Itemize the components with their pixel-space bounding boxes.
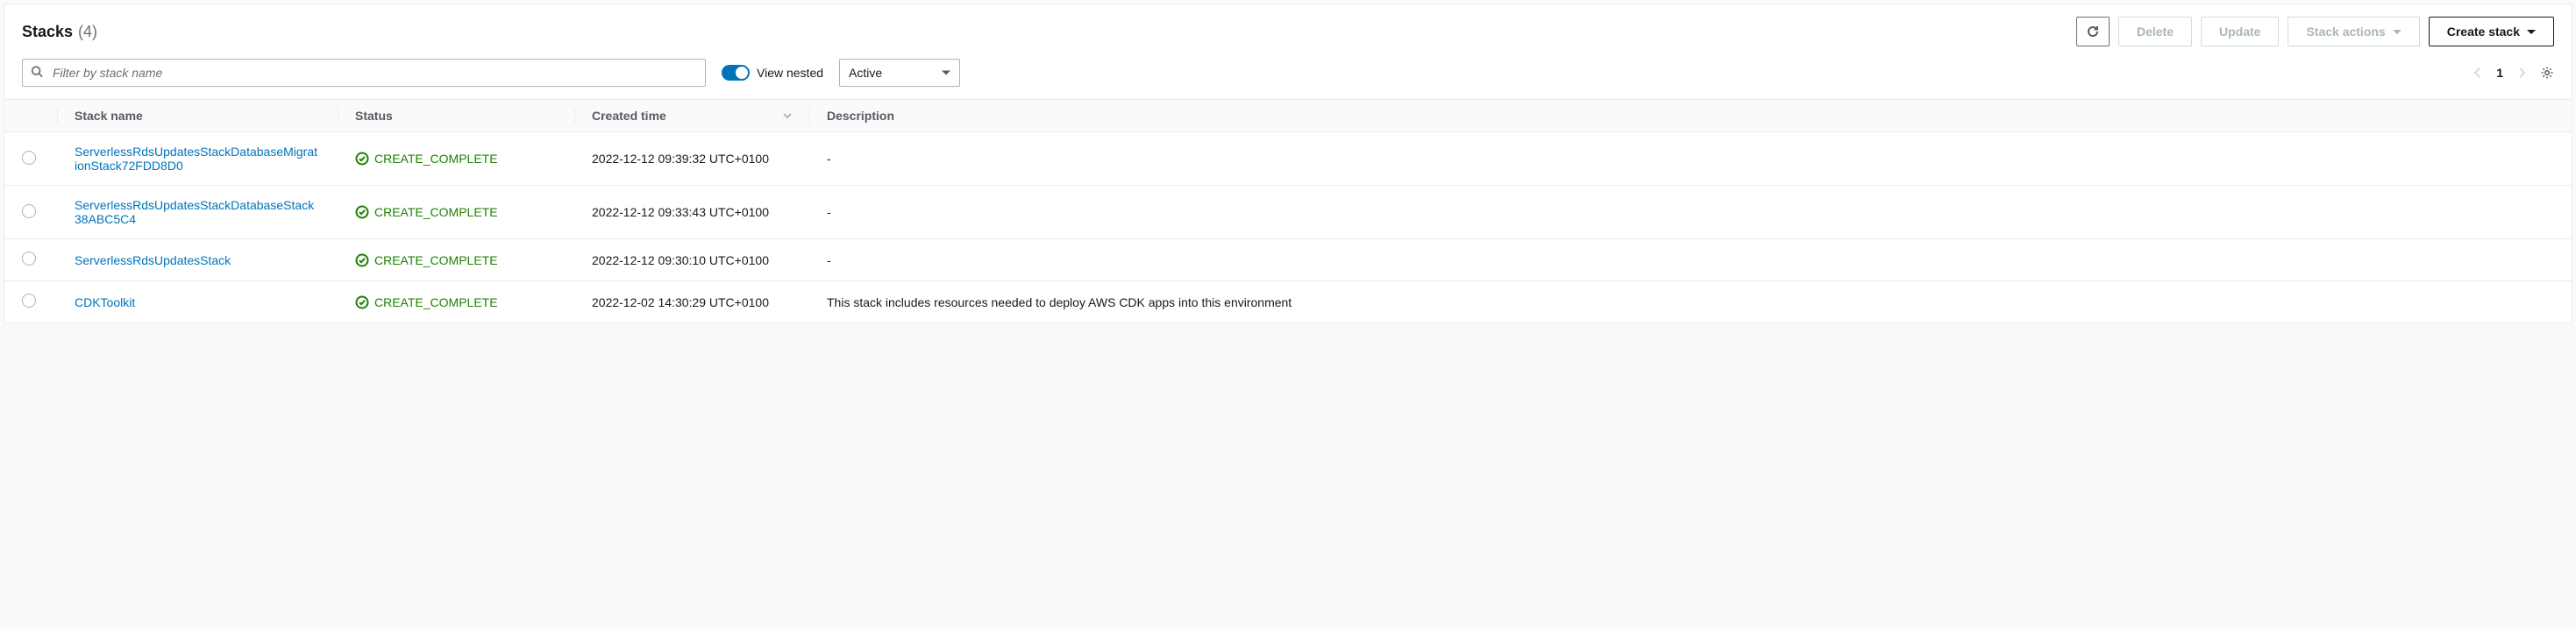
page-next-button [2517, 67, 2526, 79]
caret-down-icon [2393, 30, 2402, 34]
settings-button[interactable] [2540, 66, 2554, 80]
panel-header: Stacks (4) Delete Update Stack actions C… [4, 4, 2572, 53]
update-button: Update [2201, 17, 2279, 46]
description-text: - [827, 152, 831, 166]
description-text: This stack includes resources needed to … [827, 295, 1292, 309]
success-icon [355, 152, 369, 166]
description-text: - [827, 205, 831, 219]
delete-button: Delete [2118, 17, 2192, 46]
success-icon [355, 205, 369, 219]
status-text: CREATE_COMPLETE [374, 205, 498, 219]
row-select-radio[interactable] [22, 252, 36, 266]
table-row: ServerlessRdsUpdatesStackDatabaseMigrati… [4, 132, 2572, 186]
refresh-icon [2086, 25, 2100, 39]
view-nested-toggle-wrap: View nested [722, 65, 823, 81]
view-nested-toggle[interactable] [722, 65, 750, 81]
success-icon [355, 253, 369, 267]
search-icon [31, 66, 43, 81]
col-stack-name[interactable]: Stack name [57, 100, 338, 132]
filter-row: View nested Active 1 [4, 53, 2572, 99]
action-buttons: Delete Update Stack actions Create stack [2076, 17, 2554, 46]
sort-desc-icon [783, 109, 792, 123]
stack-actions-label: Stack actions [2306, 25, 2385, 39]
created-time-text: 2022-12-12 09:39:32 UTC+0100 [592, 152, 769, 166]
filter-input[interactable] [22, 59, 706, 87]
pagination: 1 [2473, 66, 2554, 80]
create-stack-button[interactable]: Create stack [2429, 17, 2554, 46]
create-stack-label: Create stack [2447, 25, 2520, 39]
status-filter-value: Active [849, 66, 882, 80]
status-cell: CREATE_COMPLETE [355, 152, 557, 166]
created-time-text: 2022-12-02 14:30:29 UTC+0100 [592, 295, 769, 309]
success-icon [355, 295, 369, 309]
status-cell: CREATE_COMPLETE [355, 253, 557, 267]
row-select-radio[interactable] [22, 151, 36, 165]
col-status[interactable]: Status [338, 100, 574, 132]
table-row: ServerlessRdsUpdatesStackDatabaseStack38… [4, 186, 2572, 239]
table-row: ServerlessRdsUpdatesStack CREATE_COMPLETE… [4, 239, 2572, 281]
col-created-time[interactable]: Created time [574, 100, 809, 132]
col-select [4, 100, 57, 132]
row-select-radio[interactable] [22, 294, 36, 308]
stacks-panel: Stacks (4) Delete Update Stack actions C… [4, 4, 2572, 323]
stack-name-link[interactable]: ServerlessRdsUpdatesStackDatabaseMigrati… [75, 145, 317, 173]
status-cell: CREATE_COMPLETE [355, 295, 557, 309]
caret-down-icon [942, 71, 950, 75]
status-text: CREATE_COMPLETE [374, 295, 498, 309]
status-cell: CREATE_COMPLETE [355, 205, 557, 219]
stack-name-link[interactable]: ServerlessRdsUpdatesStackDatabaseStack38… [75, 198, 314, 226]
stacks-table: Stack name Status Created time Descripti… [4, 99, 2572, 323]
status-text: CREATE_COMPLETE [374, 253, 498, 267]
created-time-text: 2022-12-12 09:33:43 UTC+0100 [592, 205, 769, 219]
panel-title-wrap: Stacks (4) [22, 23, 97, 41]
refresh-button[interactable] [2076, 17, 2110, 46]
caret-down-icon [2527, 30, 2536, 34]
stack-name-link[interactable]: ServerlessRdsUpdatesStack [75, 253, 231, 267]
description-text: - [827, 253, 831, 267]
stack-name-link[interactable]: CDKToolkit [75, 295, 135, 309]
col-created-label: Created time [592, 109, 666, 123]
search-wrap [22, 59, 706, 87]
stack-actions-button: Stack actions [2288, 17, 2419, 46]
panel-title-count: (4) [78, 23, 97, 41]
status-filter-select[interactable]: Active [839, 59, 960, 87]
status-text: CREATE_COMPLETE [374, 152, 498, 166]
table-row: CDKToolkit CREATE_COMPLETE 2022-12-02 14:3… [4, 281, 2572, 323]
row-select-radio[interactable] [22, 204, 36, 218]
page-number: 1 [2496, 66, 2503, 80]
view-nested-label: View nested [757, 66, 823, 80]
gear-icon [2540, 66, 2554, 80]
panel-title: Stacks [22, 23, 73, 41]
col-description[interactable]: Description [809, 100, 2572, 132]
page-prev-button [2473, 67, 2482, 79]
created-time-text: 2022-12-12 09:30:10 UTC+0100 [592, 253, 769, 267]
